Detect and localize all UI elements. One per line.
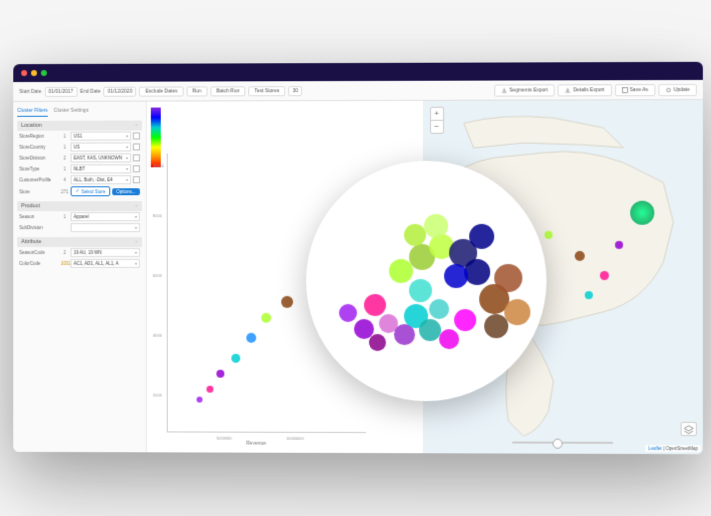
chevron-up-icon: ⌃ xyxy=(134,123,137,128)
test-stores-button[interactable]: Test Stores xyxy=(248,86,285,96)
save-as-button[interactable]: Save As xyxy=(614,84,655,96)
sidebar: Cluster Filters Cluster Settings Locatio… xyxy=(13,102,147,453)
tab-cluster-filters[interactable]: Cluster Filters xyxy=(17,106,47,117)
color-code-select[interactable]: AC1, AD1, AL1, AL1, A▾ xyxy=(70,259,139,268)
start-date-input[interactable]: 01/01/2017 xyxy=(44,86,77,96)
map-marker[interactable] xyxy=(574,251,584,261)
section-location: Location⌃ StoreRegion1US1▾ StoreCountry1… xyxy=(17,121,142,198)
update-button[interactable]: Update xyxy=(658,83,697,95)
select-store-button[interactable]: ✓ Select Store xyxy=(70,186,110,196)
store-country-select[interactable]: US▾ xyxy=(70,142,130,151)
checkbox[interactable] xyxy=(133,154,140,161)
map-marker[interactable] xyxy=(599,271,608,280)
section-attribute: Attribute⌃ SeasonCode219 AU, 19 WN▾ Colo… xyxy=(17,237,142,269)
map-marker[interactable] xyxy=(614,241,622,249)
season-code-select[interactable]: 19 AU, 19 WN▾ xyxy=(70,248,139,257)
exclude-dates-button[interactable]: Exclude Dates xyxy=(139,86,183,96)
customer-profile-select[interactable]: ALL, Both, -Dist, E4▾ xyxy=(70,175,130,184)
checkbox[interactable] xyxy=(133,165,140,172)
color-scale xyxy=(150,108,160,168)
x-axis-label: Revenue xyxy=(246,441,266,447)
toolbar: Start Date 01/01/2017 End Date 01/12/202… xyxy=(13,80,703,102)
test-stores-count-input[interactable]: 30 xyxy=(288,86,302,96)
end-date-input[interactable]: 01/12/2020 xyxy=(103,86,136,96)
map-zoom-controls: + − xyxy=(429,107,443,134)
chevron-up-icon: ⌃ xyxy=(134,204,137,209)
section-product: Product⌃ Season1Apparel▾ SubDivision▾ xyxy=(17,201,142,233)
sidebar-tabs: Cluster Filters Cluster Settings xyxy=(17,106,142,117)
segments-export-button[interactable]: Segments Export xyxy=(494,84,555,96)
chevron-up-icon: ⌃ xyxy=(134,240,137,245)
zoom-in-button[interactable]: + xyxy=(430,108,442,121)
time-slider[interactable] xyxy=(512,442,613,444)
product-header[interactable]: Product⌃ xyxy=(17,201,142,211)
location-header[interactable]: Location⌃ xyxy=(17,121,142,131)
store-type-select[interactable]: NLBT▾ xyxy=(70,164,130,173)
minimize-icon[interactable] xyxy=(31,70,37,76)
end-date-label: End Date xyxy=(80,88,101,94)
season-select[interactable]: Apparel▾ xyxy=(70,212,139,221)
map-attribution: Leaflet | OpenStreetMap xyxy=(645,445,701,452)
checkbox[interactable] xyxy=(133,176,140,183)
main-area: 10000 8000 6000 4000 2000 5000000 100000… xyxy=(146,100,702,454)
tab-cluster-settings[interactable]: Cluster Settings xyxy=(53,106,88,117)
maximize-icon[interactable] xyxy=(40,70,46,76)
store-region-select[interactable]: US1▾ xyxy=(70,131,130,140)
close-icon[interactable] xyxy=(21,70,27,76)
details-export-button[interactable]: Details Export xyxy=(557,84,611,96)
map-marker[interactable] xyxy=(544,231,552,239)
checkbox[interactable] xyxy=(133,132,140,139)
run-button[interactable]: Run xyxy=(186,86,207,96)
start-date-label: Start Date xyxy=(19,88,41,94)
content-area: Cluster Filters Cluster Settings Locatio… xyxy=(13,100,703,454)
map-marker[interactable] xyxy=(629,201,653,225)
checkbox[interactable] xyxy=(133,143,140,150)
attribute-header[interactable]: Attribute⌃ xyxy=(17,237,142,247)
subdivision-select[interactable]: ▾ xyxy=(70,223,139,232)
store-division-select[interactable]: EAST, KAS, UNKNOWN▾ xyxy=(70,153,130,162)
map-marker[interactable] xyxy=(584,291,592,299)
options-button[interactable]: Options... xyxy=(112,188,139,195)
layers-icon[interactable] xyxy=(680,422,696,436)
zoom-out-button[interactable]: − xyxy=(430,121,442,133)
titlebar xyxy=(13,62,703,82)
magnifier-lens xyxy=(306,161,546,402)
batch-run-button[interactable]: Batch Run xyxy=(210,86,245,96)
app-window: Start Date 01/01/2017 End Date 01/12/202… xyxy=(13,62,703,454)
